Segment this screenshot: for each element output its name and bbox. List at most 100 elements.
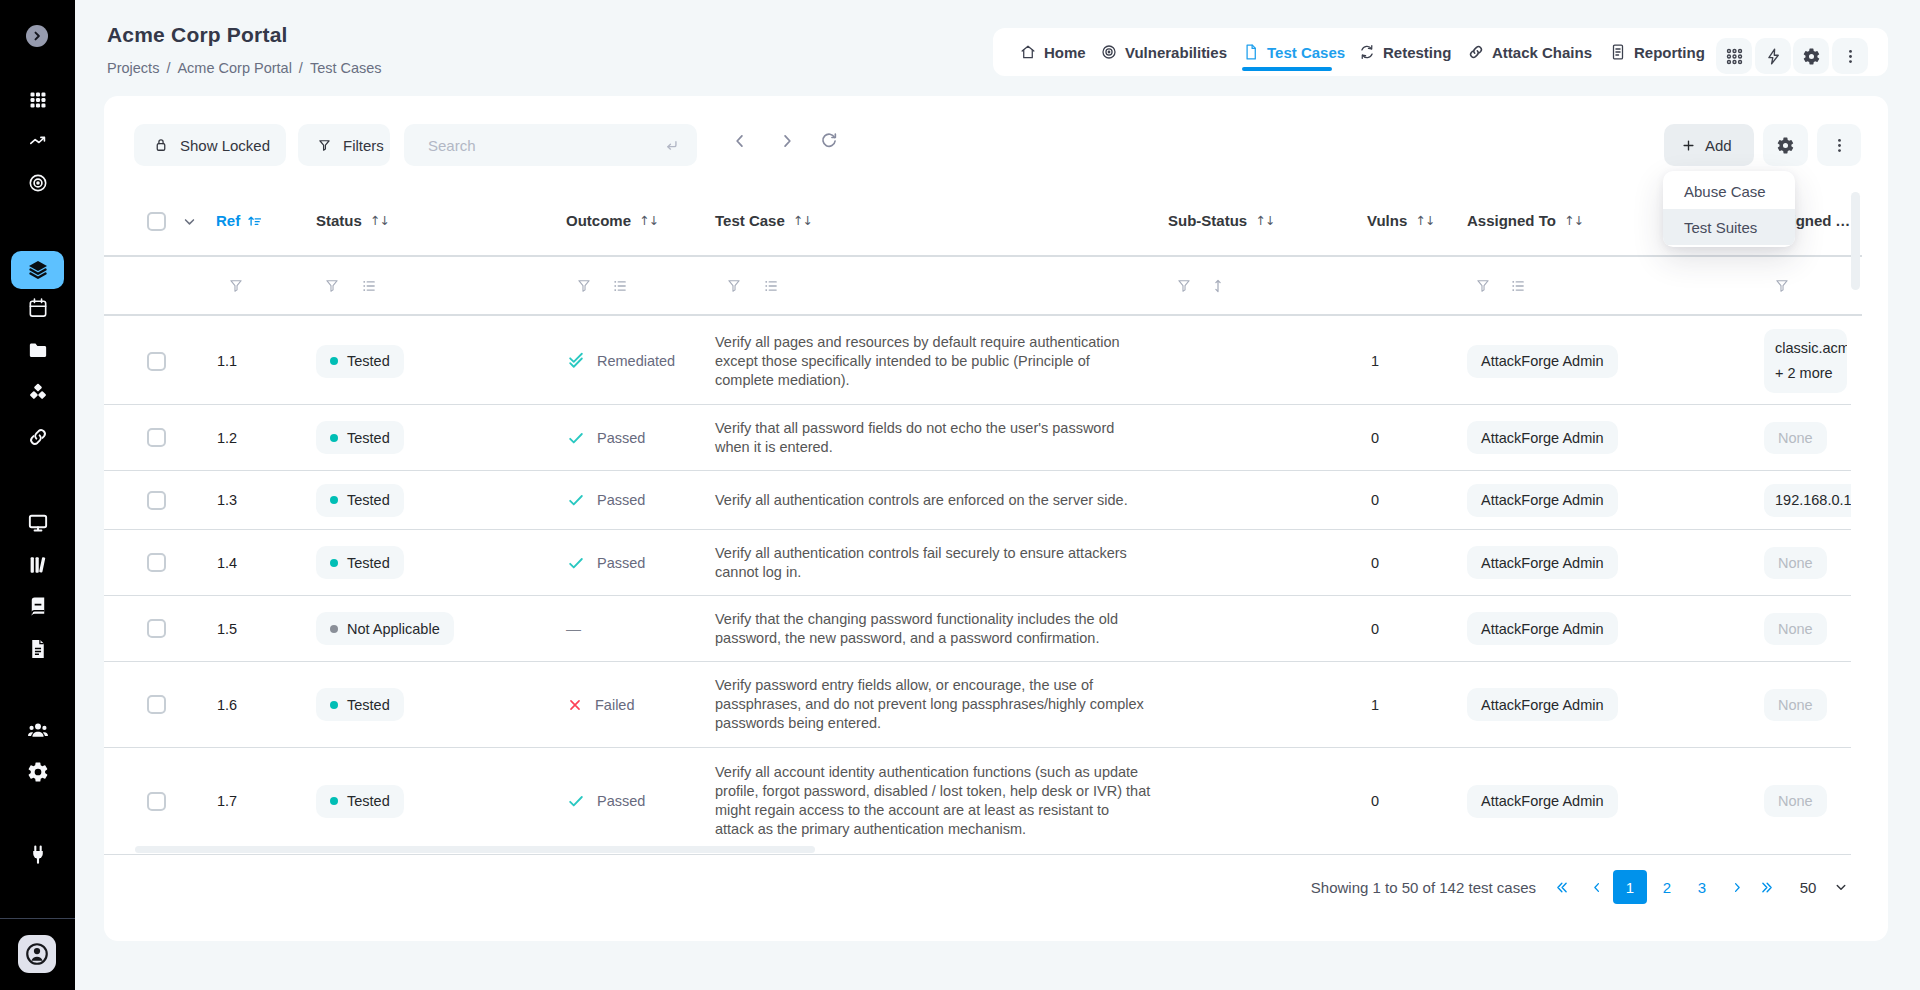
filter-list-icon[interactable] [1509, 276, 1528, 295]
nav-tab-reporting[interactable]: Reporting [1609, 28, 1705, 76]
sidebar-item[interactable] [26, 638, 49, 661]
sidebar-avatar[interactable] [18, 935, 56, 973]
nav-tab-attack-chains[interactable]: Attack Chains [1467, 28, 1592, 76]
sidebar-toggle-button[interactable] [26, 25, 48, 47]
select-all-checkbox[interactable] [147, 212, 166, 231]
table-settings-button[interactable] [1763, 124, 1808, 166]
show-locked-button[interactable]: Show Locked [134, 124, 286, 166]
filter-funnel-icon[interactable] [1175, 276, 1194, 295]
sidebar-item-test-cases[interactable] [11, 251, 64, 289]
prev-page-icon[interactable] [729, 130, 751, 152]
table-row-1.3[interactable]: 1.3TestedPassedVerify all authentication… [104, 471, 1851, 530]
filter-funnel-icon[interactable] [1474, 276, 1493, 295]
table-header: Ref Status↑↓ Outcome↑↓ Test Case↑↓ Sub-Statu… [104, 190, 1862, 255]
breadcrumb-item[interactable]: Projects [107, 60, 159, 76]
table-row-1.7[interactable]: 1.7TestedPassedVerify all account identi… [104, 748, 1851, 855]
filter-funnel-icon[interactable] [725, 276, 744, 295]
sidebar-divider [0, 918, 75, 919]
page-button-2[interactable]: 2 [1663, 870, 1671, 904]
more-button[interactable] [1832, 38, 1868, 74]
sort-icon[interactable]: ↑↓ [1564, 213, 1583, 228]
menu-item-test-suites[interactable]: Test Suites [1663, 209, 1795, 245]
refresh-icon[interactable] [818, 130, 840, 152]
sidebar-item[interactable] [26, 172, 49, 195]
search-box[interactable] [404, 124, 697, 166]
table-row-1.6[interactable]: 1.6TestedFailedVerify password entry fie… [104, 662, 1851, 748]
filter-funnel-icon[interactable] [323, 276, 342, 295]
expand-all-icon[interactable] [180, 212, 199, 231]
table-row-1.5[interactable]: 1.5Not Applicable—Verify that the changi… [104, 596, 1851, 662]
filter-updown-icon[interactable] [1209, 276, 1228, 295]
search-input[interactable] [428, 137, 662, 154]
nav-tab-vulnerabilities[interactable]: Vulnerabilities [1100, 28, 1227, 76]
col-header-assigned-to[interactable]: Assigned To↑↓ [1467, 190, 1583, 251]
sort-icon[interactable]: ↑↓ [639, 213, 658, 228]
filter-list-icon[interactable] [611, 276, 630, 295]
filter-funnel-icon[interactable] [227, 276, 246, 295]
page-button-3[interactable]: 3 [1698, 870, 1706, 904]
prev-page-icon[interactable] [1590, 870, 1605, 904]
page-title: Acme Corp Portal [107, 23, 288, 47]
sidebar-item[interactable] [26, 596, 49, 619]
sidebar-item[interactable] [26, 89, 49, 112]
col-header-ref[interactable]: Ref [216, 190, 263, 251]
row-checkbox[interactable] [147, 695, 166, 714]
filters-button[interactable]: Filters [298, 124, 390, 166]
row-checkbox[interactable] [147, 619, 166, 638]
sidebar-item[interactable] [26, 844, 49, 867]
last-page-icon[interactable] [1759, 870, 1776, 904]
filter-list-icon[interactable] [360, 276, 379, 295]
table-more-button[interactable] [1817, 124, 1861, 166]
sidebar-item[interactable] [26, 297, 49, 320]
sidebar-item[interactable] [26, 339, 49, 362]
table-row-1.4[interactable]: 1.4TestedPassedVerify all authentication… [104, 530, 1851, 596]
sidebar-item[interactable] [26, 512, 49, 535]
row-checkbox[interactable] [147, 792, 166, 811]
horizontal-scrollbar[interactable] [135, 846, 815, 853]
lightning-button[interactable] [1755, 38, 1791, 74]
check-icon [566, 553, 586, 573]
table-row-1.2[interactable]: 1.2TestedPassedVerify that all password … [104, 405, 1851, 471]
menu-item-abuse-case[interactable]: Abuse Case [1663, 173, 1795, 209]
col-header-sub-status[interactable]: Sub-Status↑↓ [1168, 190, 1274, 251]
table-row-1.1[interactable]: 1.1TestedRemediatedVerify all pages and … [104, 318, 1851, 405]
next-page-icon-footer[interactable] [1730, 870, 1745, 904]
page-size-value[interactable]: 50 [1800, 870, 1817, 904]
add-button[interactable]: Add [1664, 124, 1754, 166]
vertical-scrollbar[interactable] [1851, 192, 1860, 290]
sort-icon[interactable]: ↑↓ [1415, 213, 1434, 228]
col-header-status[interactable]: Status↑↓ [316, 190, 389, 251]
sidebar-item[interactable] [26, 719, 49, 742]
breadcrumb-item[interactable]: Acme Corp Portal [177, 60, 291, 76]
row-checkbox[interactable] [147, 553, 166, 572]
col-header-test-case[interactable]: Test Case↑↓ [715, 190, 812, 251]
col-header-outcome[interactable]: Outcome↑↓ [566, 190, 658, 251]
sort-icon[interactable]: ↑↓ [793, 213, 812, 228]
row-checkbox[interactable] [147, 491, 166, 510]
col-header-vulns[interactable]: Vulns↑↓ [1367, 190, 1434, 251]
sidebar-item[interactable] [26, 426, 49, 449]
nav-tab-home[interactable]: Home [1019, 28, 1086, 76]
apps-button[interactable] [1716, 38, 1752, 74]
breadcrumb-item[interactable]: Test Cases [310, 60, 382, 76]
filter-list-icon[interactable] [762, 276, 781, 295]
return-icon [662, 136, 681, 155]
sidebar-item[interactable] [26, 761, 49, 784]
filter-funnel-icon[interactable] [575, 276, 594, 295]
row-checkbox[interactable] [147, 352, 166, 371]
sidebar-item[interactable] [26, 554, 49, 577]
analytics-icon [26, 131, 49, 154]
next-page-icon[interactable] [776, 130, 798, 152]
sidebar-item[interactable] [26, 131, 49, 154]
row-checkbox[interactable] [147, 428, 166, 447]
sidebar-item[interactable] [26, 382, 49, 405]
settings-button[interactable] [1793, 38, 1829, 74]
filter-funnel-icon[interactable] [1773, 276, 1792, 295]
page-button-active[interactable]: 1 [1613, 870, 1647, 904]
assigned-to-badge: AttackForge Admin [1467, 612, 1618, 645]
nav-tab-retesting[interactable]: Retesting [1358, 28, 1451, 76]
sort-icon[interactable]: ↑↓ [370, 213, 389, 228]
sort-icon[interactable]: ↑↓ [1255, 213, 1274, 228]
page-size-dropdown-icon[interactable] [1832, 870, 1850, 904]
first-page-icon[interactable] [1554, 870, 1571, 904]
